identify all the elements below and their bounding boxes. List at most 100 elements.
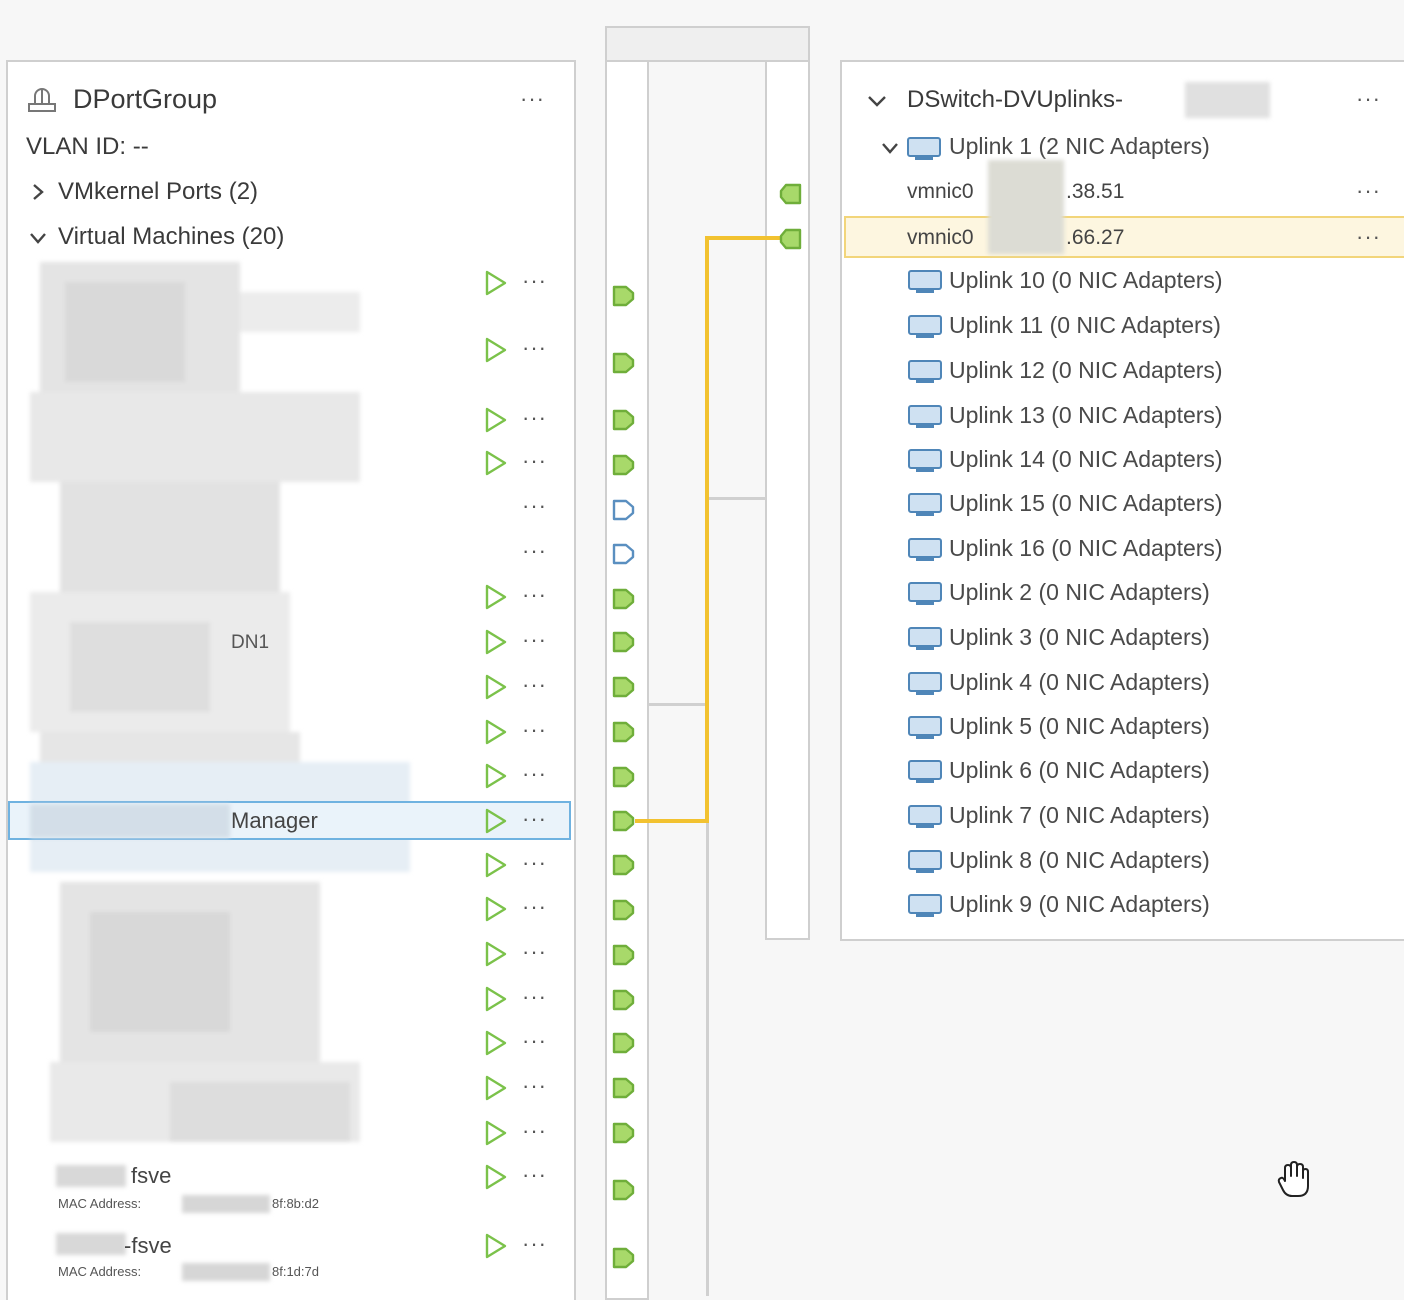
power-on-icon[interactable] — [484, 896, 508, 922]
power-on-icon[interactable] — [484, 1120, 508, 1146]
uplink-item-label[interactable]: Uplink 3 (0 NIC Adapters) — [949, 624, 1210, 651]
vm-more-button[interactable]: ··· — [522, 584, 547, 606]
vm-more-button[interactable]: ··· — [522, 495, 547, 517]
uplink-item-label[interactable]: Uplink 2 (0 NIC Adapters) — [949, 579, 1210, 606]
power-on-icon[interactable] — [484, 852, 508, 878]
power-on-icon[interactable] — [484, 1164, 508, 1190]
uplink-item-label[interactable]: Uplink 7 (0 NIC Adapters) — [949, 802, 1210, 829]
power-on-icon[interactable] — [484, 1030, 508, 1056]
vm-more-button[interactable]: ··· — [522, 540, 547, 562]
vm-more-button[interactable]: ··· — [522, 986, 547, 1008]
power-on-icon[interactable] — [484, 270, 508, 296]
port-connected-icon[interactable] — [612, 765, 636, 794]
hand-cursor-icon — [1276, 1160, 1312, 1205]
port-disconnected-icon[interactable] — [612, 498, 636, 527]
vm-more-button[interactable]: ··· — [522, 270, 547, 292]
port-connected-icon[interactable] — [612, 809, 636, 838]
uplink-port-icon[interactable] — [778, 227, 804, 256]
uplink-item-label[interactable]: Uplink 13 (0 NIC Adapters) — [949, 402, 1223, 429]
power-on-icon[interactable] — [484, 450, 508, 476]
uplink-icon — [907, 626, 945, 657]
uplink-item-label[interactable]: Uplink 5 (0 NIC Adapters) — [949, 713, 1210, 740]
port-connected-icon[interactable] — [612, 1121, 636, 1150]
redacted-vm-names — [30, 262, 410, 1262]
vm-more-button[interactable]: ··· — [522, 808, 547, 830]
uplink-port-icon[interactable] — [778, 182, 804, 211]
vm-more-button[interactable]: ··· — [522, 674, 547, 696]
power-on-icon[interactable] — [484, 674, 508, 700]
port-connected-icon[interactable] — [612, 453, 636, 482]
vm-more-button[interactable]: ··· — [522, 852, 547, 874]
uplink-item-label[interactable]: Uplink 10 (0 NIC Adapters) — [949, 267, 1223, 294]
uplink-1-label[interactable]: Uplink 1 (2 NIC Adapters) — [949, 133, 1210, 160]
nic-1-more-button[interactable]: ··· — [1356, 180, 1381, 202]
power-on-icon[interactable] — [484, 629, 508, 655]
port-connected-icon[interactable] — [612, 720, 636, 749]
vm-more-button[interactable]: ··· — [522, 896, 547, 918]
power-on-icon[interactable] — [484, 407, 508, 433]
uplink-item-label[interactable]: Uplink 6 (0 NIC Adapters) — [949, 757, 1210, 784]
vm-more-button[interactable]: ··· — [522, 719, 547, 741]
redacted-nic-ips — [988, 160, 1064, 254]
vm-more-button[interactable]: ··· — [522, 1120, 547, 1142]
vm-more-button[interactable]: ··· — [522, 450, 547, 472]
power-on-icon[interactable] — [484, 1233, 508, 1259]
switch-header-bar — [605, 26, 810, 62]
power-on-icon[interactable] — [484, 584, 508, 610]
vlan-id-label: VLAN ID: -- — [26, 133, 149, 160]
vm-more-button[interactable]: ··· — [522, 629, 547, 651]
power-on-icon[interactable] — [484, 808, 508, 834]
uplink-item-label[interactable]: Uplink 14 (0 NIC Adapters) — [949, 446, 1223, 473]
nic-2-more-button[interactable]: ··· — [1356, 226, 1381, 248]
virtual-machines-toggle[interactable]: Virtual Machines (20) — [58, 223, 284, 251]
power-on-icon[interactable] — [484, 719, 508, 745]
uplink-item-label[interactable]: Uplink 9 (0 NIC Adapters) — [949, 891, 1210, 918]
power-on-icon[interactable] — [484, 337, 508, 363]
chevron-down-icon[interactable] — [866, 93, 888, 114]
uplink-icon — [907, 671, 945, 702]
uplink-item-label[interactable]: Uplink 11 (0 NIC Adapters) — [949, 312, 1221, 339]
uplink-icon — [907, 537, 945, 568]
connection-path-h2 — [705, 236, 781, 240]
vm-more-button[interactable]: ··· — [522, 763, 547, 785]
vmkernel-ports-toggle[interactable]: VMkernel Ports (2) — [58, 178, 258, 206]
port-connected-icon[interactable] — [612, 898, 636, 927]
port-connected-icon[interactable] — [612, 284, 636, 313]
uplinks-more-button[interactable]: ··· — [1356, 88, 1381, 110]
power-on-icon[interactable] — [484, 986, 508, 1012]
port-connected-icon[interactable] — [612, 1031, 636, 1060]
port-connected-icon[interactable] — [612, 587, 636, 616]
port-connected-icon[interactable] — [612, 675, 636, 704]
portgroup-more-button[interactable]: ··· — [520, 88, 545, 110]
port-connected-icon[interactable] — [612, 351, 636, 380]
chevron-down-icon[interactable] — [880, 140, 900, 161]
port-connected-icon[interactable] — [612, 1178, 636, 1207]
vm-more-button[interactable]: ··· — [522, 407, 547, 429]
uplink-item-label[interactable]: Uplink 4 (0 NIC Adapters) — [949, 669, 1210, 696]
chevron-down-icon[interactable] — [28, 230, 48, 251]
port-connected-icon[interactable] — [612, 988, 636, 1017]
port-connected-icon[interactable] — [612, 630, 636, 659]
power-on-icon[interactable] — [484, 1075, 508, 1101]
uplink-icon — [907, 448, 945, 479]
port-connected-icon[interactable] — [612, 943, 636, 972]
vm-more-button[interactable]: ··· — [522, 1075, 547, 1097]
vm-more-button[interactable]: ··· — [522, 1164, 547, 1186]
vm-more-button[interactable]: ··· — [522, 941, 547, 963]
vm-more-button[interactable]: ··· — [522, 337, 547, 359]
power-on-icon[interactable] — [484, 941, 508, 967]
port-connected-icon[interactable] — [612, 1076, 636, 1105]
chevron-right-icon[interactable] — [30, 182, 46, 207]
uplink-item-label[interactable]: Uplink 8 (0 NIC Adapters) — [949, 847, 1210, 874]
port-disconnected-icon[interactable] — [612, 542, 636, 571]
uplink-item-label[interactable]: Uplink 15 (0 NIC Adapters) — [949, 490, 1223, 517]
uplink-item-label[interactable]: Uplink 16 (0 NIC Adapters) — [949, 535, 1223, 562]
port-connected-icon[interactable] — [612, 408, 636, 437]
power-on-icon[interactable] — [484, 763, 508, 789]
uplink-item-label[interactable]: Uplink 12 (0 NIC Adapters) — [949, 357, 1223, 384]
vm-more-button[interactable]: ··· — [522, 1233, 547, 1255]
nic-1-suffix: .38.51 — [1066, 180, 1125, 203]
port-connected-icon[interactable] — [612, 853, 636, 882]
port-connected-icon[interactable] — [612, 1246, 636, 1275]
vm-more-button[interactable]: ··· — [522, 1030, 547, 1052]
